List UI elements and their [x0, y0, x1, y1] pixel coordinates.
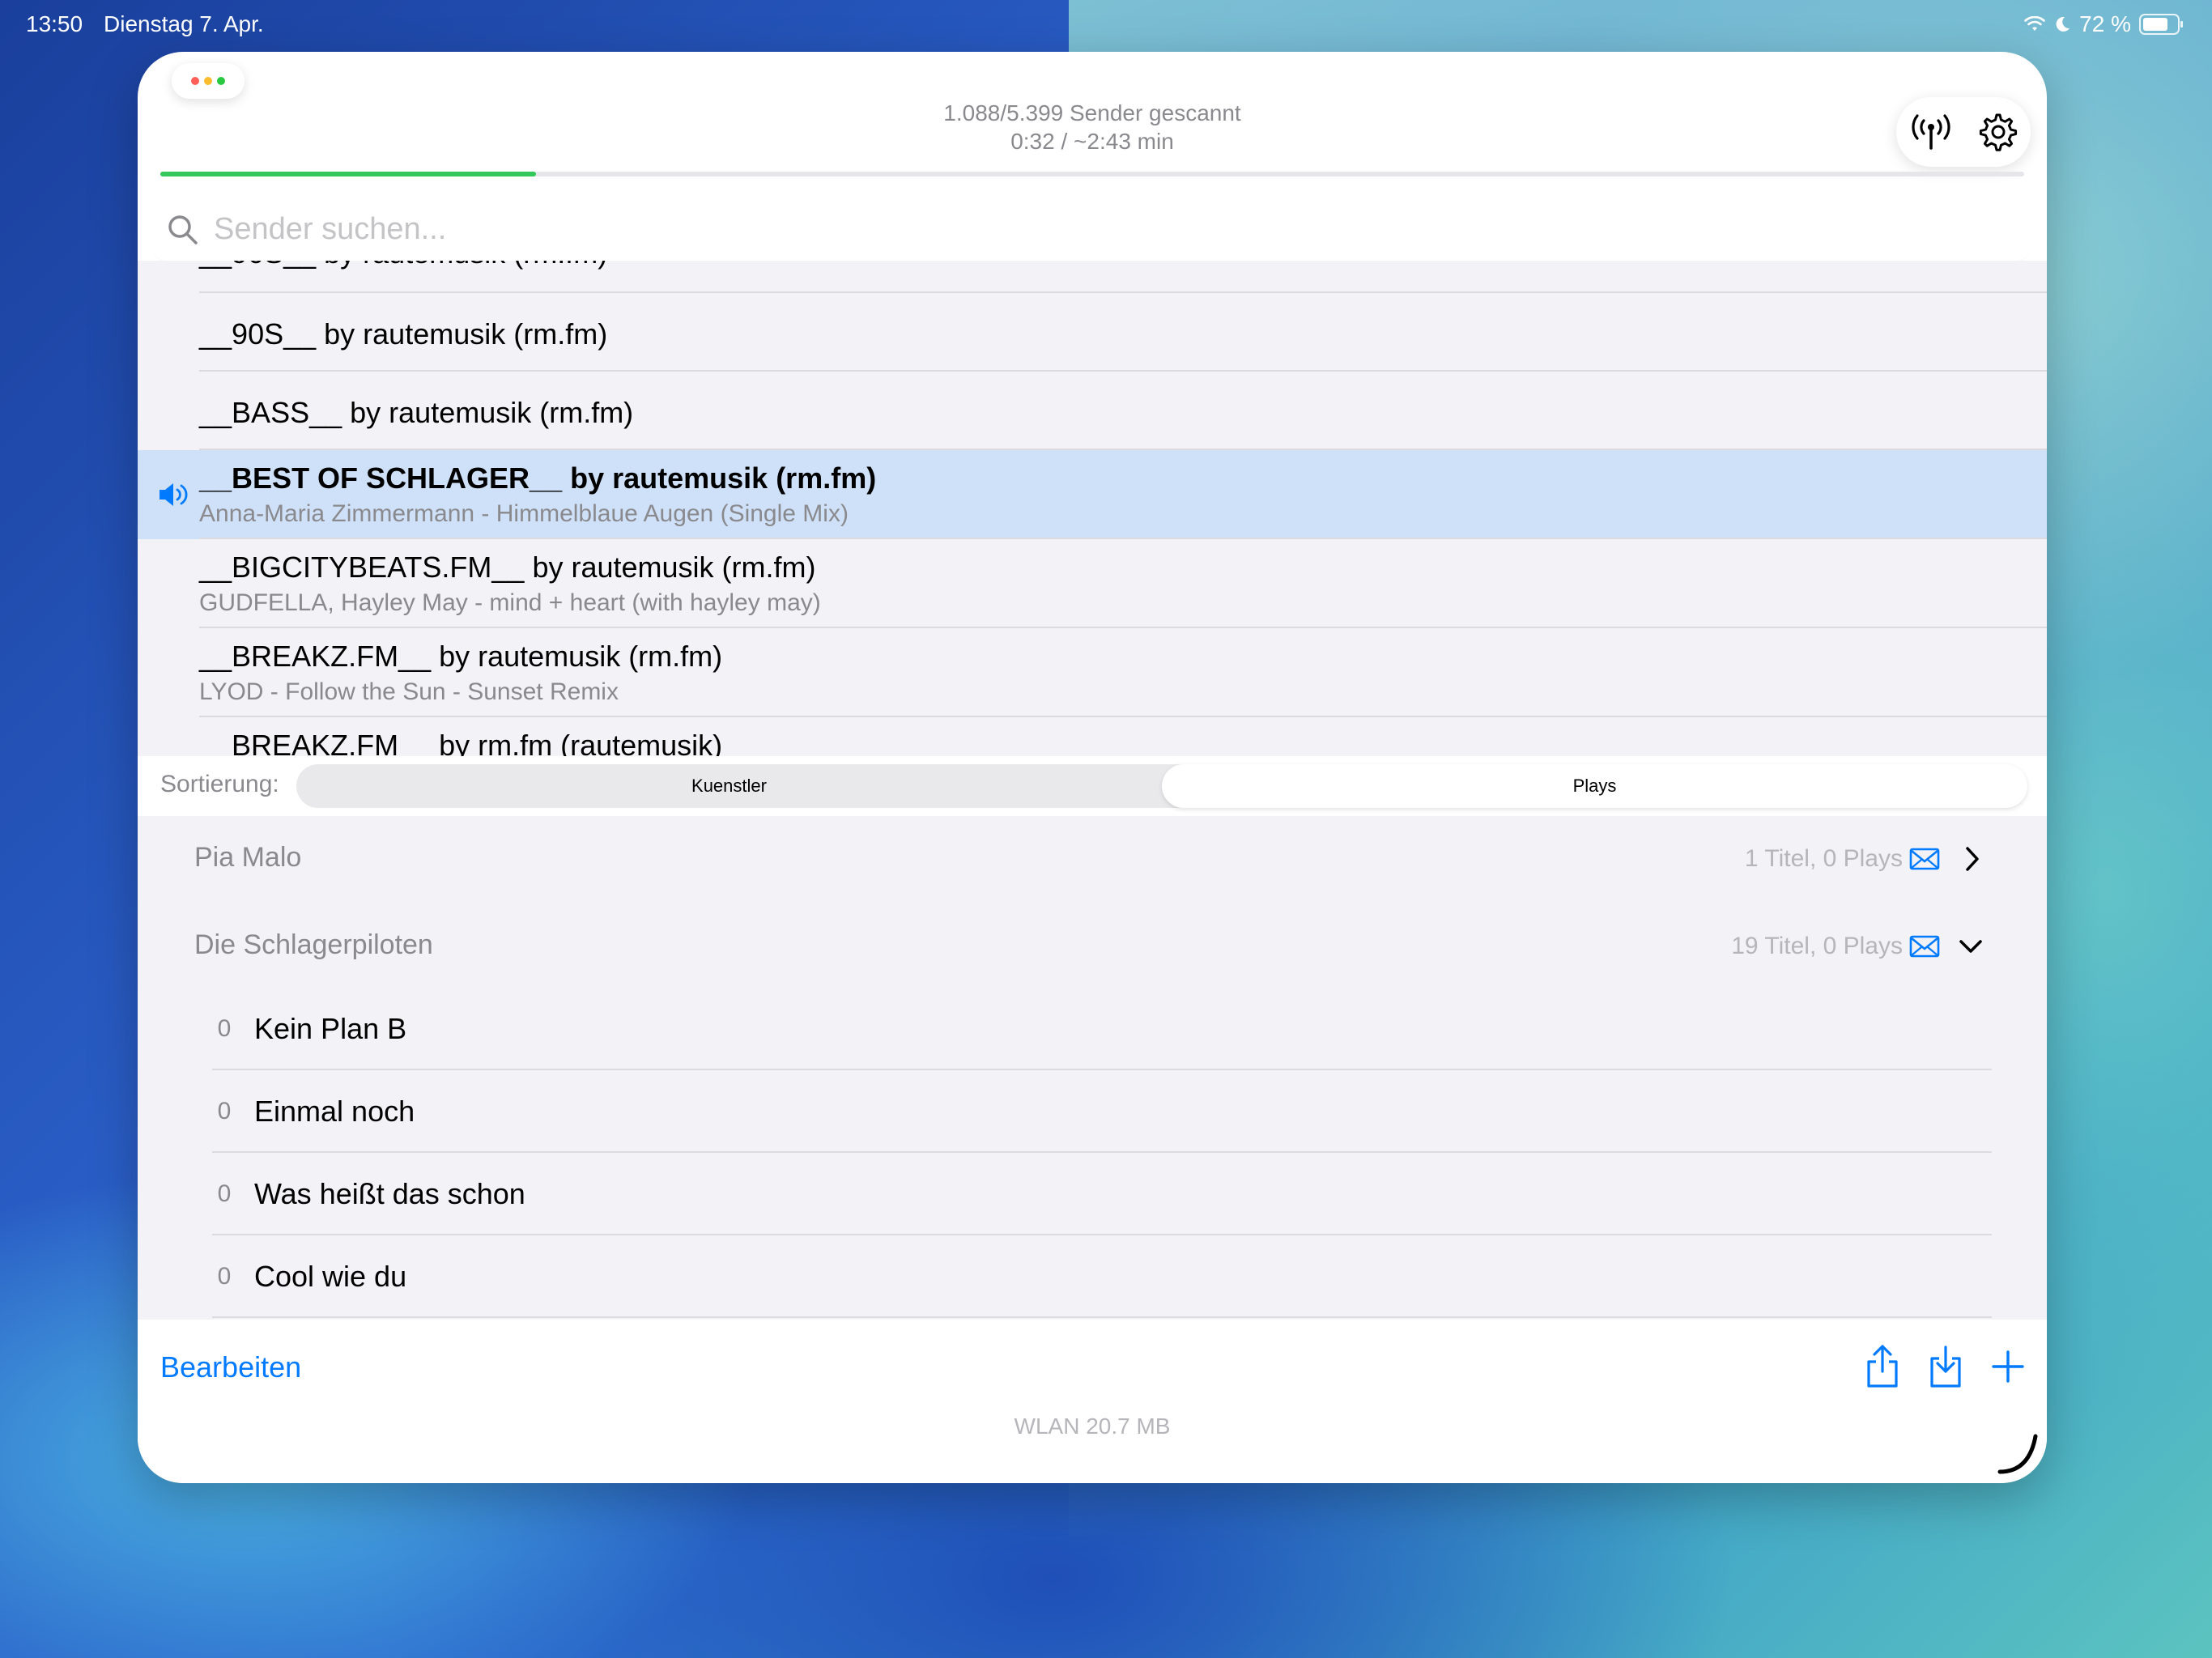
song-plays: 0 — [217, 1180, 232, 1207]
station-name: __BASS__ by rautemusik (rm.fm) — [199, 396, 634, 429]
network-usage: WLAN 20.7 MB — [1014, 1414, 1171, 1439]
download-icon[interactable] — [1927, 1344, 1964, 1389]
artist-stats: 19 Titel, 0 Plays — [1731, 933, 1903, 959]
chevron-right-icon[interactable] — [1963, 845, 1982, 873]
song-row[interactable]: 0 Cool wie du — [212, 1235, 1992, 1318]
mail-icon[interactable] — [1909, 934, 1940, 959]
minimize-dot[interactable] — [204, 77, 212, 85]
station-row-partial-bottom[interactable]: __BREAKZ.FM__ by rm.fm (rautemusik) — [138, 717, 2047, 756]
sort-option-plays[interactable]: Plays — [1162, 764, 2027, 808]
station-name: __BREAKZ.FM__ by rautemusik (rm.fm) — [199, 640, 723, 673]
artist-name: Pia Malo — [194, 842, 302, 873]
scan-progress-fill — [160, 172, 536, 176]
chevron-down-icon[interactable] — [1958, 933, 1984, 960]
status-time: 13:50 — [26, 11, 83, 36]
station-row[interactable]: __BASS__ by rautemusik (rm.fm) — [138, 372, 2047, 450]
scan-count: 1.088/5.399 Sender gescannt — [943, 100, 1241, 125]
station-name: __BREAKZ.FM__ by rm.fm (rautemusik) — [199, 729, 723, 756]
antenna-icon[interactable] — [1908, 113, 1954, 151]
battery-icon — [2139, 14, 2183, 35]
status-date: Dienstag 7. Apr. — [104, 11, 264, 36]
scan-status: 1.088/5.399 Sender gescannt 0:32 / ~2:43… — [138, 99, 2047, 155]
edit-button[interactable]: Bearbeiten — [160, 1350, 301, 1384]
song-row[interactable]: 0 Was heißt das schon — [212, 1153, 1992, 1235]
scan-time: 0:32 / ~2:43 min — [1010, 129, 1174, 154]
sort-option-kuenstler[interactable]: Kuenstler — [296, 764, 1162, 808]
close-dot[interactable] — [191, 77, 199, 85]
song-plays: 0 — [217, 1015, 232, 1042]
station-now-playing: LYOD - Follow the Sun - Sunset Remix — [199, 678, 619, 705]
search-input[interactable]: Sender suchen... — [214, 212, 446, 247]
search-icon — [168, 215, 198, 244]
window-controls[interactable] — [172, 63, 245, 99]
sort-bar: Sortierung: Kuenstler Plays — [138, 756, 2047, 816]
song-title: Kein Plan B — [254, 1012, 407, 1045]
station-row-playing[interactable]: __BEST OF SCHLAGER__ by rautemusik (rm.f… — [138, 450, 2047, 539]
station-row[interactable]: __90S__ by rautemusik (rm.fm) — [138, 293, 2047, 372]
status-right: 72 % — [2024, 11, 2183, 37]
artist-row-expanded[interactable]: Die Schlagerpiloten 19 Titel, 0 Plays — [138, 903, 2047, 991]
search-bar[interactable]: Sender suchen... — [154, 198, 2029, 261]
song-title: Cool wie du — [254, 1260, 407, 1293]
station-name: __90S__ by rautemusik (rm.fm) — [199, 317, 608, 351]
status-bar: 13:50 Dienstag 7. Apr. 72 % — [0, 0, 2212, 52]
song-plays: 0 — [217, 1098, 232, 1124]
app-window: 1.088/5.399 Sender gescannt 0:32 / ~2:43… — [138, 52, 2047, 1483]
song-row[interactable]: 0 Einmal noch — [212, 1070, 1992, 1153]
artist-name: Die Schlagerpiloten — [194, 929, 433, 960]
song-title: Was heißt das schon — [254, 1177, 525, 1210]
battery-percent: 72 % — [2079, 11, 2131, 36]
moon-icon — [2056, 16, 2070, 32]
speaker-icon — [160, 483, 188, 506]
wifi-icon — [2024, 16, 2045, 31]
station-name: __BIGCITYBEATS.FM__ by rautemusik (rm.fm… — [199, 551, 816, 584]
song-row[interactable]: 0 Kein Plan B — [212, 988, 1992, 1070]
sort-label: Sortierung: — [160, 771, 279, 797]
zoom-dot[interactable] — [217, 77, 225, 85]
bottom-toolbar: Bearbeiten WLAN 20.7 MB — [138, 1320, 2047, 1483]
sort-segmented-control[interactable]: Kuenstler Plays — [296, 764, 2027, 808]
song-plays: 0 — [217, 1263, 232, 1290]
top-button-group — [1896, 97, 2031, 167]
station-row[interactable]: __BIGCITYBEATS.FM__ by rautemusik (rm.fm… — [138, 539, 2047, 628]
station-row[interactable]: __BREAKZ.FM__ by rautemusik (rm.fm) LYOD… — [138, 628, 2047, 717]
gear-icon[interactable] — [1978, 112, 2018, 152]
share-icon[interactable] — [1864, 1344, 1901, 1389]
resize-handle-icon[interactable] — [1995, 1431, 2040, 1477]
artist-stats: 1 Titel, 0 Plays — [1744, 845, 1903, 872]
artist-row[interactable]: Pia Malo 1 Titel, 0 Plays — [138, 816, 2047, 903]
song-title: Einmal noch — [254, 1095, 415, 1128]
artist-list[interactable]: Pia Malo 1 Titel, 0 Plays Die Schlagerpi… — [138, 816, 2047, 1320]
station-now-playing: GUDFELLA, Hayley May - mind + heart (wit… — [199, 589, 821, 616]
station-now-playing: Anna-Maria Zimmermann - Himmelblaue Auge… — [199, 500, 849, 527]
mail-icon[interactable] — [1909, 847, 1940, 871]
station-name: __90S__ by rautemusik (rm.fm) — [199, 261, 607, 270]
plus-icon[interactable] — [1990, 1349, 2026, 1384]
station-list[interactable]: __90S__ by rautemusik (rm.fm) __90S__ by… — [138, 261, 2047, 756]
scan-progress-bar — [160, 172, 2024, 176]
station-name: __BEST OF SCHLAGER__ by rautemusik (rm.f… — [199, 461, 877, 495]
station-row-partial-top[interactable]: __90S__ by rautemusik (rm.fm) — [138, 261, 2047, 293]
